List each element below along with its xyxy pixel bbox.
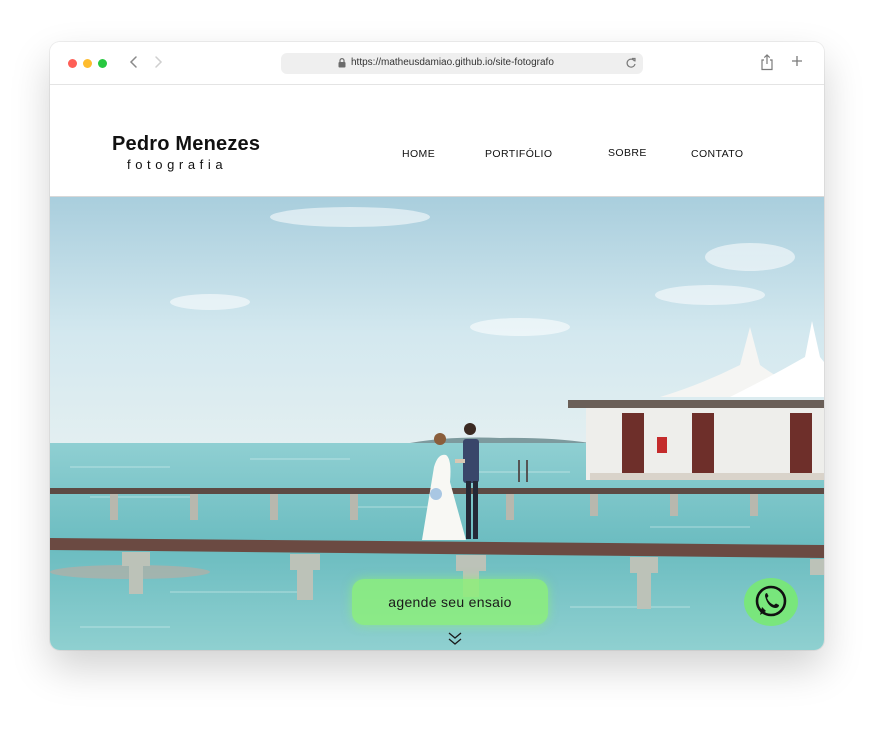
browser-toolbar: https://matheusdamiao.github.io/site-fot… bbox=[50, 42, 824, 85]
nav-link-contato[interactable]: CONTATO bbox=[691, 148, 743, 160]
forward-arrow-icon[interactable] bbox=[150, 54, 166, 70]
lock-icon bbox=[338, 58, 346, 68]
whatsapp-icon bbox=[755, 585, 787, 617]
url-text: https://matheusdamiao.github.io/site-fot… bbox=[351, 57, 554, 68]
maximize-window-button[interactable] bbox=[98, 59, 107, 68]
minimize-window-button[interactable] bbox=[83, 59, 92, 68]
nav-link-sobre[interactable]: SOBRE bbox=[608, 147, 647, 159]
logo-name: Pedro Menezes bbox=[112, 133, 261, 155]
share-icon[interactable] bbox=[760, 54, 774, 71]
reload-icon[interactable] bbox=[625, 57, 637, 69]
whatsapp-button[interactable] bbox=[744, 578, 798, 626]
plus-icon[interactable] bbox=[790, 54, 804, 68]
address-bar[interactable]: https://matheusdamiao.github.io/site-fot… bbox=[281, 53, 643, 74]
back-arrow-icon[interactable] bbox=[126, 54, 142, 70]
book-session-button[interactable]: agende seu ensaio bbox=[352, 579, 548, 625]
nav-link-portfolio[interactable]: PORTIFÓLIO bbox=[485, 148, 552, 160]
browser-window: https://matheusdamiao.github.io/site-fot… bbox=[50, 42, 824, 650]
nav-link-home[interactable]: HOME bbox=[402, 148, 435, 160]
logo-subtitle: fotografia bbox=[127, 157, 228, 172]
double-chevron-down-icon[interactable] bbox=[448, 632, 462, 646]
site-header: Pedro Menezes fotografia HOME PORTIFÓLIO… bbox=[50, 85, 824, 197]
hero-section: agende seu ensaio bbox=[50, 197, 824, 650]
close-window-button[interactable] bbox=[68, 59, 77, 68]
